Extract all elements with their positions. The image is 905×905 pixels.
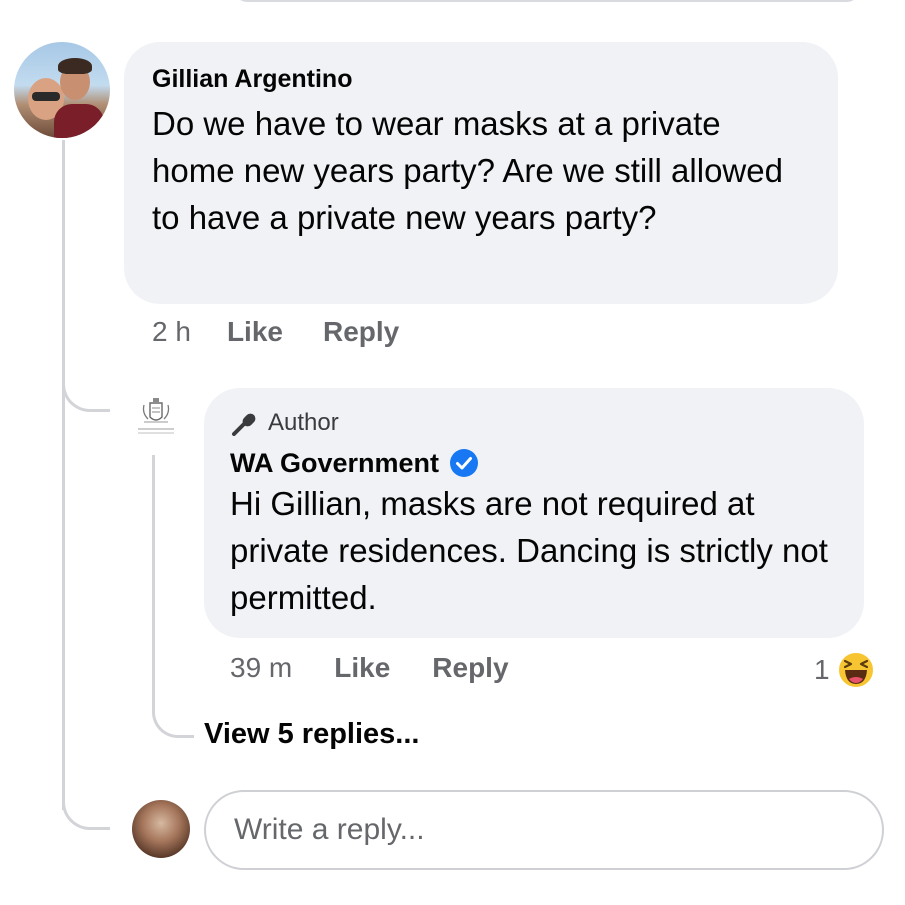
thread-connector [62, 370, 110, 412]
microphone-icon [232, 413, 256, 436]
reply-actions: 39 m Like Reply [230, 652, 509, 684]
like-button[interactable]: Like [227, 316, 283, 348]
reply-author-name[interactable]: WA Government [230, 446, 439, 480]
author-badge-label: Author [268, 409, 339, 436]
comment-bubble: Gillian Argentino Do we have to wear mas… [124, 42, 838, 304]
like-button[interactable]: Like [334, 652, 390, 684]
reply-button[interactable]: Reply [323, 316, 399, 348]
reply-button[interactable]: Reply [432, 652, 508, 684]
avatar-wa-government[interactable] [132, 393, 180, 441]
reply-text: Hi Gillian, masks are not required at pr… [230, 485, 828, 616]
comment-author-name[interactable]: Gillian Argentino [152, 62, 810, 96]
author-badge: Author [230, 408, 838, 438]
thread-connector [62, 780, 110, 830]
haha-emoji-icon [836, 651, 875, 689]
view-replies-link[interactable]: View 5 replies... [204, 718, 419, 751]
avatar-gillian[interactable] [14, 42, 110, 138]
comment-actions: 2 h Like Reply [152, 316, 399, 348]
reply-bubble: Author WA Government Hi Gillian, masks a… [204, 388, 864, 638]
reaction-count: 1 [814, 654, 830, 685]
reaction-summary[interactable]: 1 [814, 650, 876, 690]
comment-text: Do we have to wear masks at a private ho… [152, 105, 783, 236]
verified-badge-icon [450, 449, 479, 477]
thread-line [152, 455, 155, 685]
reply-input[interactable] [204, 790, 884, 870]
current-user-avatar[interactable] [132, 800, 190, 858]
previous-element-edge [232, 0, 862, 2]
thread-line [62, 140, 65, 810]
coat-of-arms-icon [132, 393, 180, 441]
reply-timestamp[interactable]: 39 m [230, 652, 292, 684]
comment-timestamp[interactable]: 2 h [152, 316, 191, 348]
thread-connector [152, 680, 194, 738]
